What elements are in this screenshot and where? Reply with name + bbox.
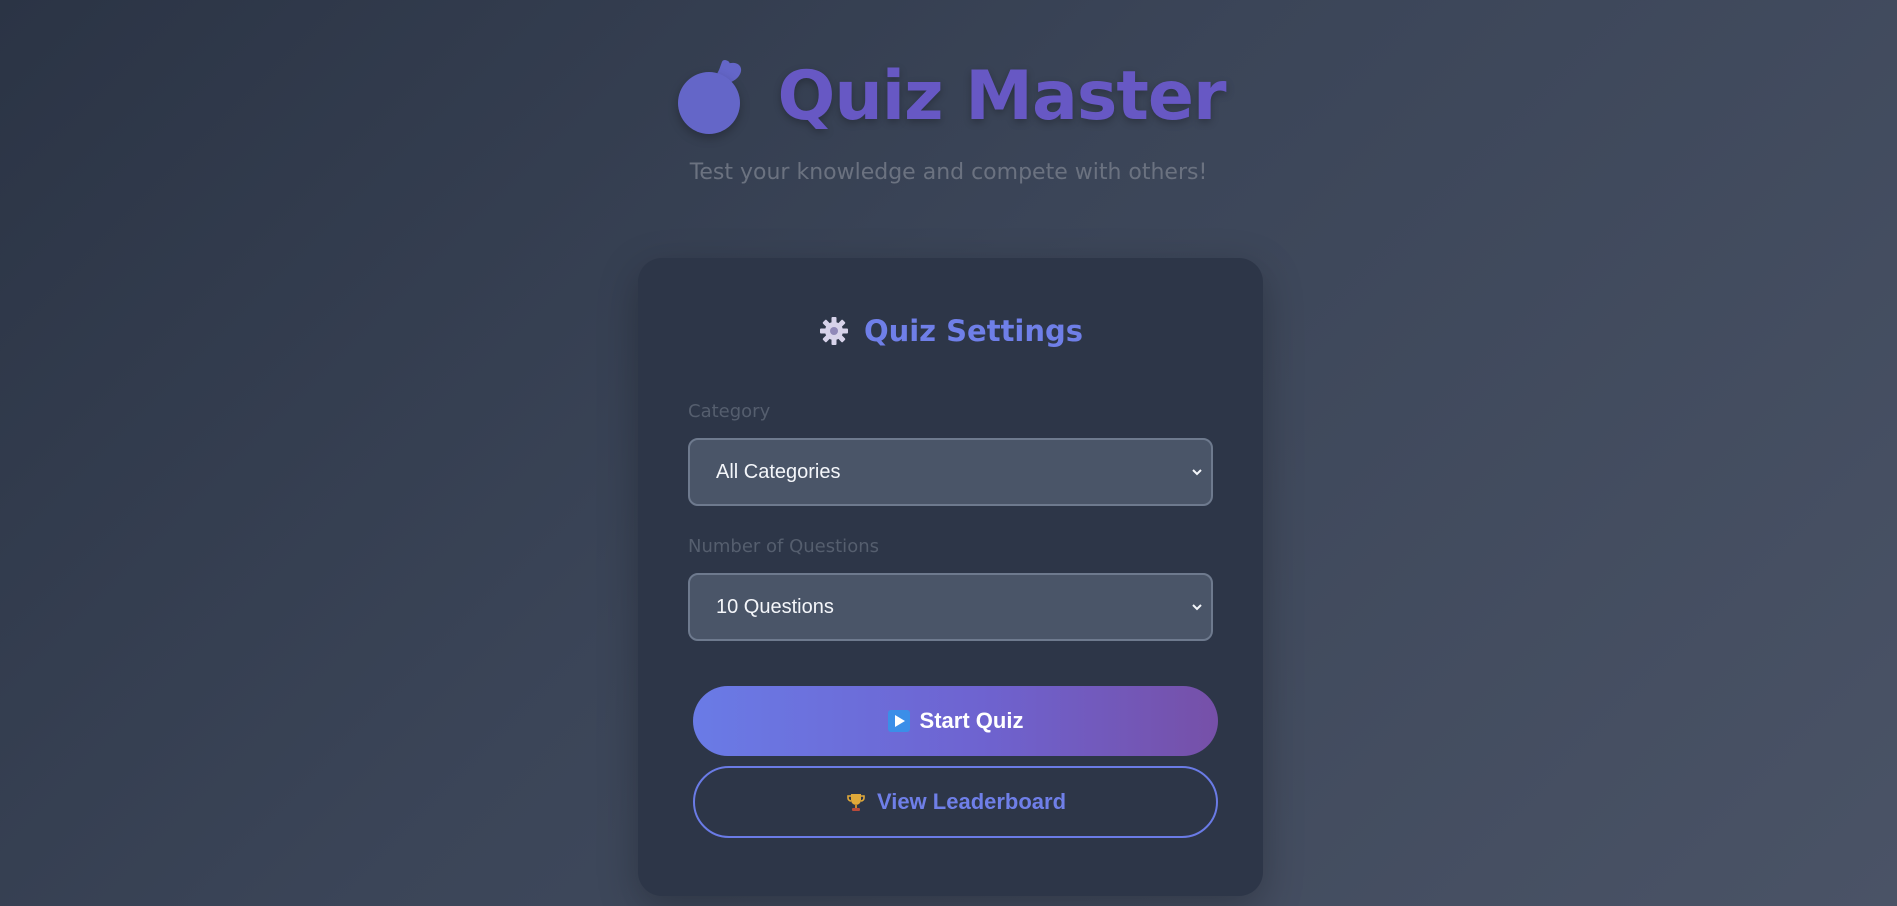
card-title: Quiz Settings [863,314,1084,348]
view-leaderboard-button[interactable]: View Leaderboard [693,766,1218,838]
card-header: Quiz Settings [638,314,1263,348]
chevron-down-icon [1192,469,1202,476]
start-quiz-button[interactable]: Start Quiz [693,686,1218,756]
gear-icon [818,315,850,347]
questions-select-value: 10 Questions [716,595,834,618]
app-title: Quiz Master [777,56,1227,136]
apple-icon [672,56,748,136]
play-icon [887,710,910,732]
quiz-settings-card: Quiz Settings Category All Categories Nu… [638,258,1263,896]
questions-select[interactable]: 10 Questions [688,573,1213,641]
trophy-icon [847,794,865,811]
category-select[interactable]: All Categories [688,438,1213,506]
start-quiz-label: Start Quiz [919,708,1024,733]
category-select-value: All Categories [716,460,841,483]
chevron-down-icon [1192,604,1202,611]
app-header: Quiz Master Test your knowledge and comp… [0,56,1897,185]
title-row: Quiz Master [672,56,1226,136]
questions-label: Number of Questions [688,536,879,557]
view-leaderboard-label: View Leaderboard [876,789,1067,814]
category-label: Category [688,401,771,422]
app-subtitle: Test your knowledge and compete with oth… [689,160,1208,185]
